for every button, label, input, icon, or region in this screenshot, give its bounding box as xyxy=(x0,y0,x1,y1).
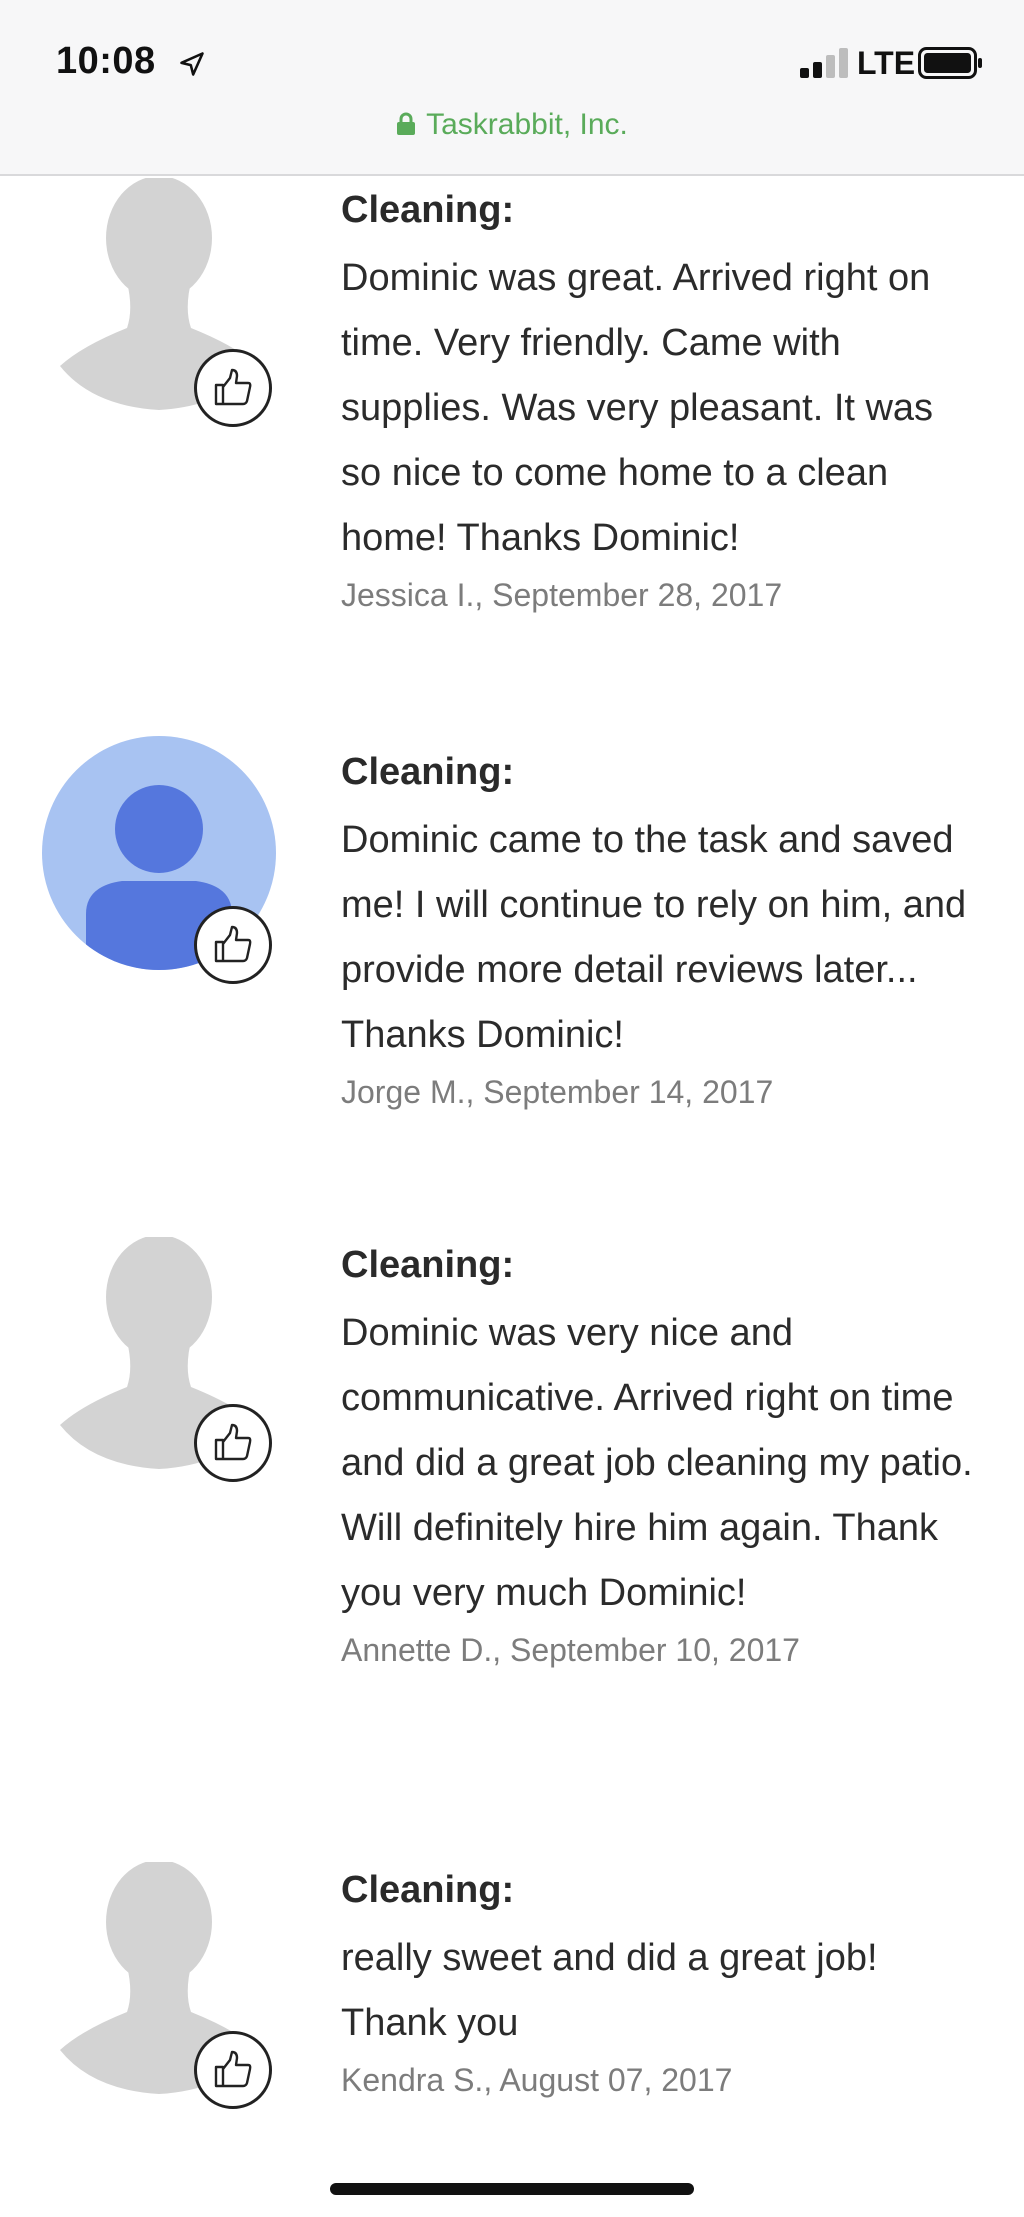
thumbs-up-badge xyxy=(194,2031,272,2109)
review-category: Cleaning: xyxy=(341,1244,515,1286)
lock-icon xyxy=(397,112,416,135)
review-author-date: Annette D., September 10, 2017 xyxy=(341,1632,800,1668)
signal-icon xyxy=(800,48,848,78)
review-author-date: Jorge M., September 14, 2017 xyxy=(341,1074,774,1110)
review-text: really sweet and did a great job! Thank … xyxy=(341,1937,878,2044)
review-text: Dominic was very nice and communicative.… xyxy=(341,1312,973,1614)
thumbs-up-badge xyxy=(194,349,272,427)
thumbs-up-badge xyxy=(194,1404,272,1482)
review-category: Cleaning: xyxy=(341,1869,515,1911)
review-content: Cleaning: really sweet and did a great j… xyxy=(341,1868,981,2100)
site-identity[interactable]: Taskrabbit, Inc. xyxy=(0,108,1024,142)
thumbs-up-icon xyxy=(214,368,252,406)
review-author-date: Jessica I., September 28, 2017 xyxy=(341,577,783,613)
home-indicator[interactable] xyxy=(330,2183,694,2195)
thumbs-up-badge xyxy=(194,906,272,984)
battery-icon xyxy=(918,47,982,79)
review-content: Cleaning: Dominic was very nice and comm… xyxy=(341,1243,981,1670)
thumbs-up-icon xyxy=(214,2050,252,2088)
review-content: Cleaning: Dominic was great. Arrived rig… xyxy=(341,188,981,615)
top-bar: 10:08 LTE Taskrabbit, Inc. xyxy=(0,0,1024,176)
network-type: LTE xyxy=(857,45,916,81)
review-author-date: Kendra S., August 07, 2017 xyxy=(341,2062,733,2098)
review-text: Dominic came to the task and saved me! I… xyxy=(341,819,967,1056)
review-category: Cleaning: xyxy=(341,189,515,231)
status-time: 10:08 xyxy=(56,40,156,82)
review-text: Dominic was great. Arrived right on time… xyxy=(341,257,934,559)
thumbs-up-icon xyxy=(214,1423,252,1461)
review-category: Cleaning: xyxy=(341,751,515,793)
thumbs-up-icon xyxy=(214,925,252,963)
review-content: Cleaning: Dominic came to the task and s… xyxy=(341,750,981,1112)
location-arrow-icon xyxy=(180,52,204,76)
site-name: Taskrabbit, Inc. xyxy=(426,108,628,141)
